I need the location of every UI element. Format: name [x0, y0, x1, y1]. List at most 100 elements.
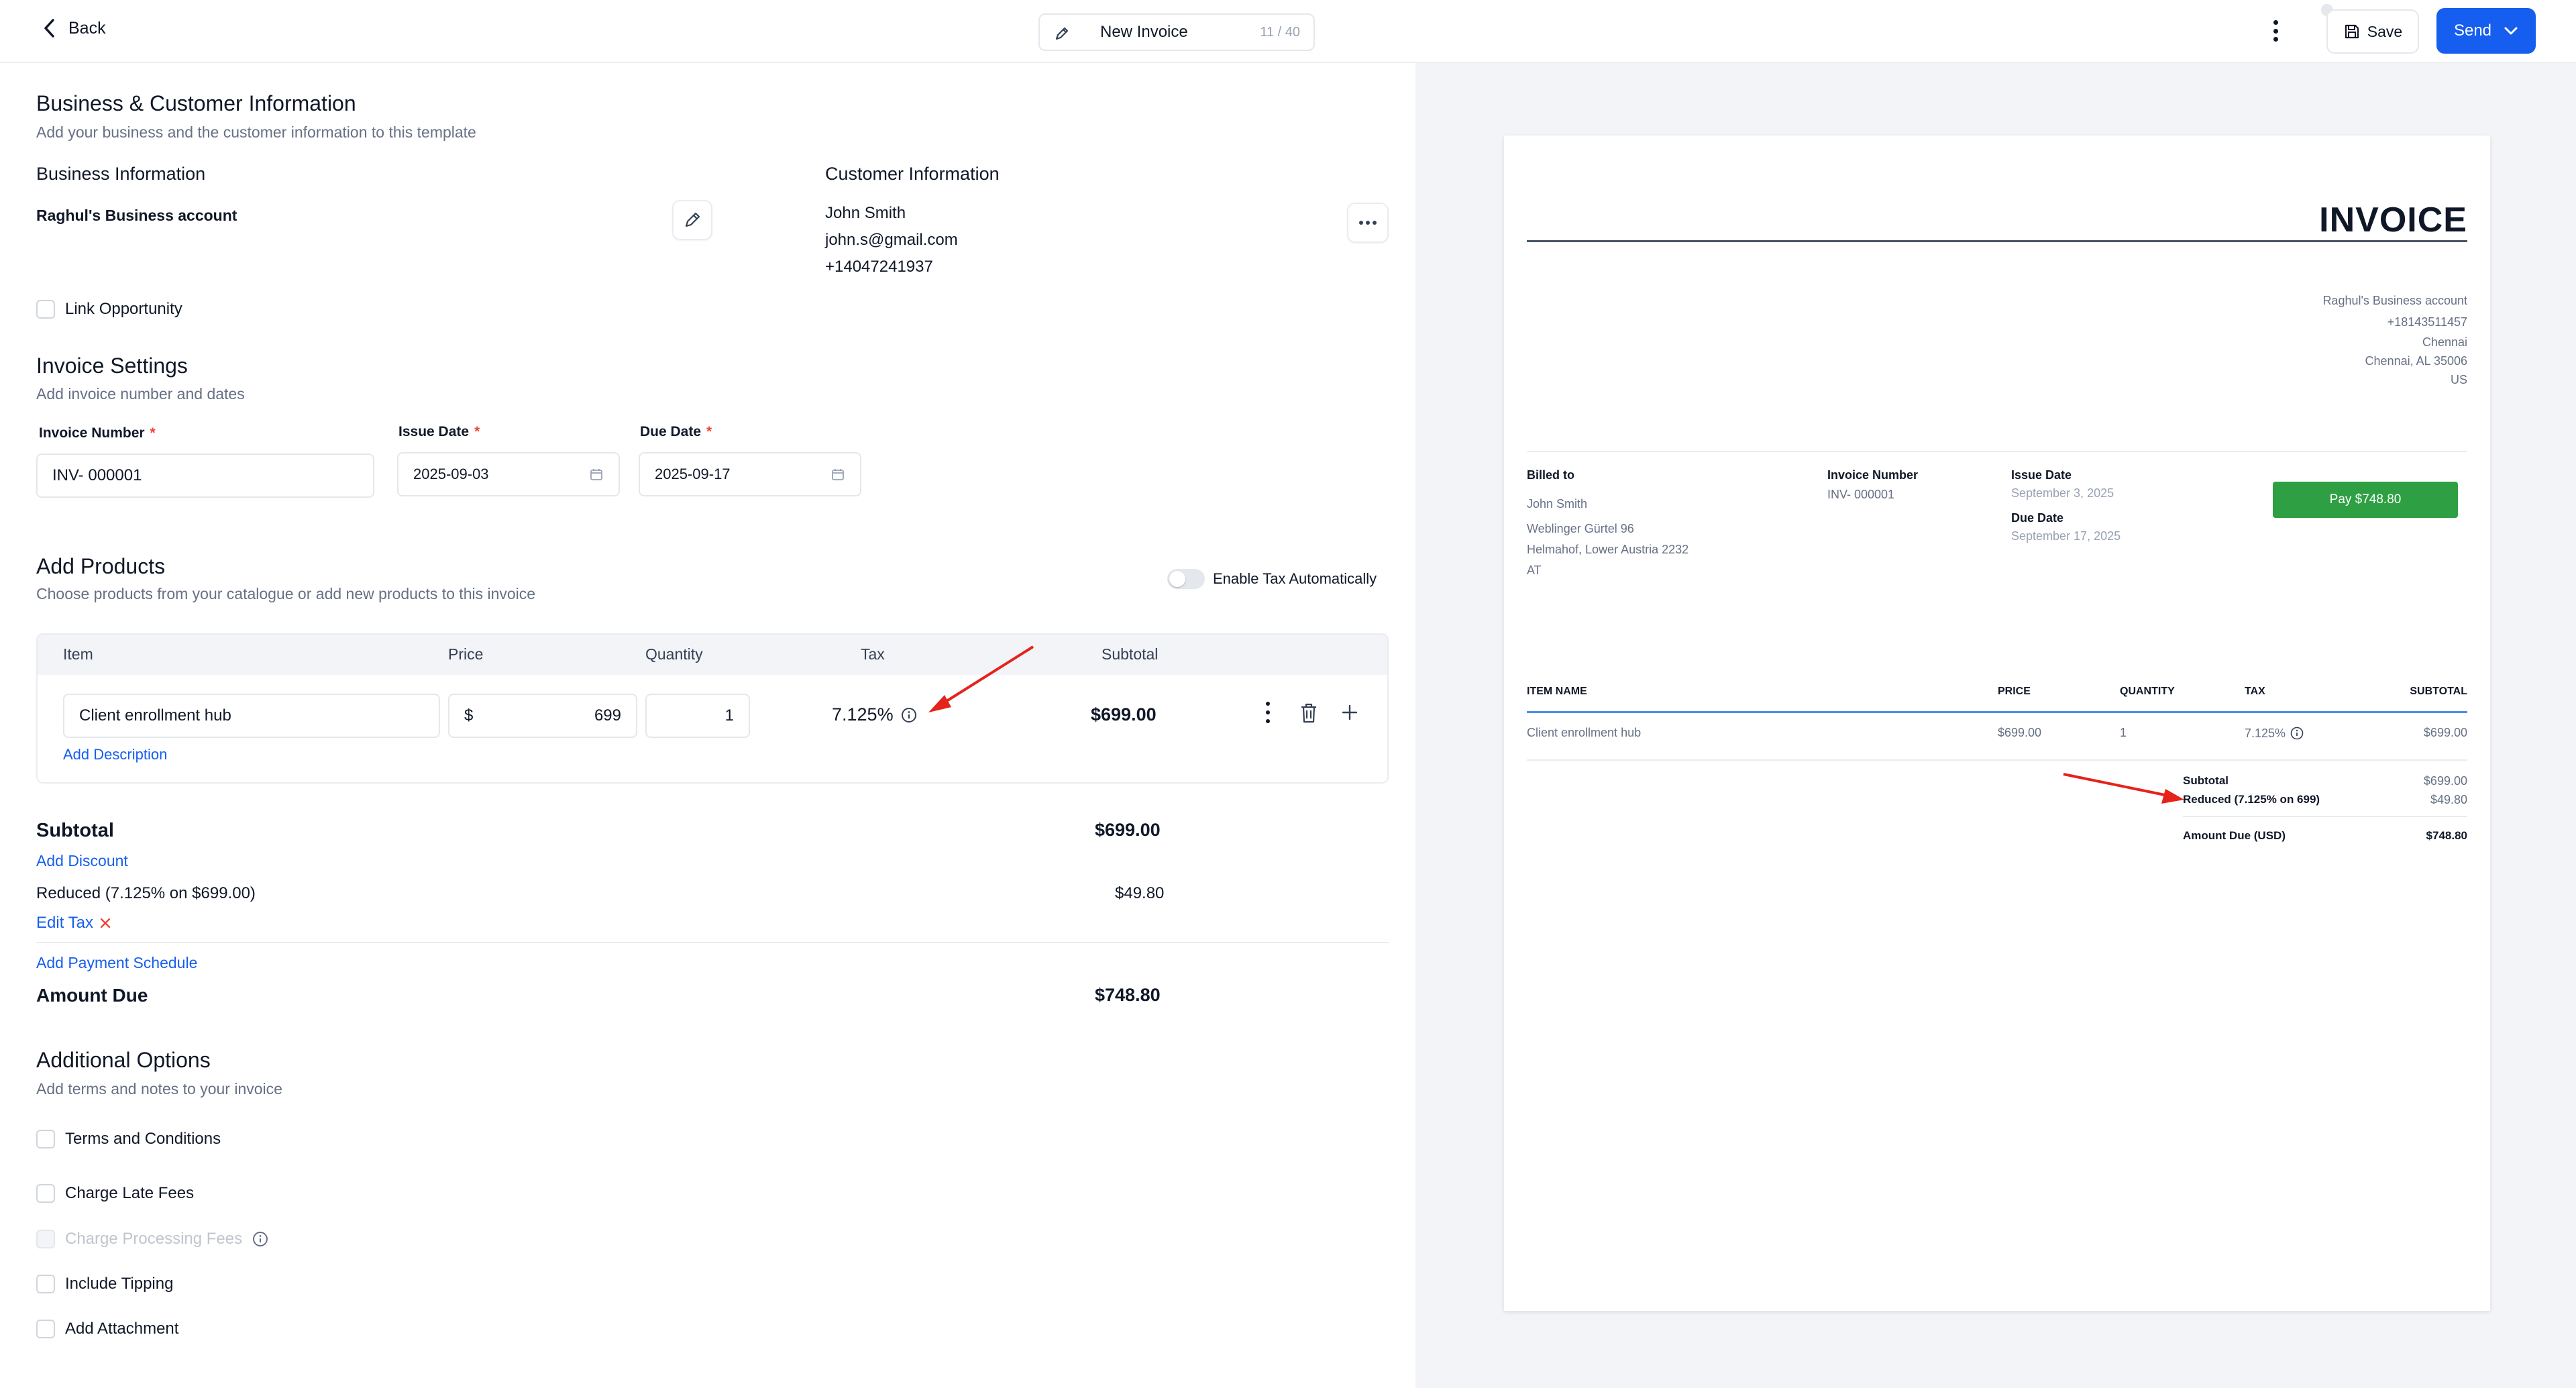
preview-tax-value: $49.80 — [2430, 793, 2467, 806]
late-fees-checkbox[interactable] — [36, 1184, 55, 1203]
issue-date-label: Issue Date * — [398, 424, 480, 439]
invoice-preview-pane: INVOICE Raghul's Business account +18143… — [1415, 63, 2576, 1388]
back-label: Back — [68, 18, 106, 38]
preview-heading-rule — [1527, 240, 2467, 242]
column-item: Item — [63, 645, 93, 663]
invoice-preview: INVOICE Raghul's Business account +18143… — [1504, 136, 2490, 1311]
calendar-icon — [832, 469, 844, 480]
link-opportunity-checkbox[interactable] — [36, 300, 55, 319]
additional-options-title: Additional Options — [36, 1048, 211, 1072]
tax-rate: 7.125% — [832, 704, 894, 725]
pencil-icon — [685, 212, 700, 227]
column-quantity: Quantity — [645, 645, 703, 663]
send-label: Send — [2453, 21, 2492, 40]
customer-email: john.s@gmail.com — [825, 231, 958, 249]
customer-options-button[interactable] — [1347, 203, 1389, 243]
attachment-checkbox[interactable] — [36, 1320, 55, 1338]
invoice-number-label: Invoice Number * — [39, 425, 156, 441]
preview-col-tax: TAX — [2245, 686, 2265, 697]
chevron-left-icon — [44, 19, 54, 38]
customer-info-heading: Customer Information — [825, 164, 1000, 184]
divider — [2183, 816, 2467, 817]
close-icon[interactable] — [99, 916, 112, 930]
divider — [36, 942, 1389, 943]
title-char-count: 11 / 40 — [1260, 24, 1300, 40]
invoice-title-field[interactable]: New Invoice 11 / 40 — [1038, 13, 1315, 51]
amount-due-value: $748.80 — [1095, 985, 1161, 1005]
preview-subtotal-label: Subtotal — [2183, 774, 2229, 787]
subtotal-label: Subtotal — [36, 820, 114, 841]
save-label: Save — [2367, 22, 2403, 40]
info-icon[interactable] — [900, 706, 918, 724]
invoice-settings-subtitle: Add invoice number and dates — [36, 385, 245, 403]
issue-date-input[interactable]: 2025-09-03 — [397, 452, 620, 496]
edit-tax-link[interactable]: Edit Tax — [36, 914, 93, 932]
top-bar: Back New Invoice 11 / 40 Save Send — [0, 0, 2576, 63]
add-description-link[interactable]: Add Description — [63, 746, 167, 763]
trash-icon[interactable] — [1299, 702, 1319, 725]
preview-business-phone: +18143511457 — [2387, 315, 2467, 329]
row-subtotal: $699.00 — [1091, 704, 1157, 725]
subtotal-value: $699.00 — [1095, 820, 1161, 840]
info-icon[interactable] — [252, 1230, 269, 1248]
calendar-icon — [590, 469, 602, 480]
floppy-disk-icon — [2345, 24, 2359, 39]
preview-pay-button[interactable]: Pay $748.80 — [2273, 482, 2458, 518]
preview-table-header-rule — [1527, 711, 2467, 713]
row-more-icon[interactable] — [1265, 702, 1271, 723]
currency-symbol: $ — [464, 706, 474, 725]
terms-label: Terms and Conditions — [65, 1130, 221, 1148]
info-icon — [2290, 727, 2304, 740]
attachment-label: Add Attachment — [65, 1320, 179, 1338]
more-options-icon[interactable] — [2267, 17, 2284, 44]
preview-col-quantity: QUANTITY — [2120, 686, 2175, 697]
edit-business-button[interactable] — [672, 200, 712, 240]
processing-fees-row: Charge Processing Fees — [65, 1230, 269, 1248]
send-button[interactable]: Send — [2436, 8, 2536, 54]
preview-col-subtotal: SUBTOTAL — [2410, 686, 2467, 697]
business-info-heading: Business Information — [36, 164, 206, 184]
add-products-subtitle: Choose products from your catalogue or a… — [36, 585, 536, 602]
item-name-input[interactable]: Client enrollment hub — [63, 694, 440, 738]
preview-col-price: PRICE — [1998, 686, 2031, 697]
add-payment-schedule-link[interactable]: Add Payment Schedule — [36, 954, 197, 972]
divider — [1527, 451, 2467, 452]
invoice-settings-title: Invoice Settings — [36, 354, 188, 378]
preview-invoice-number: Invoice Number INV- 000001 — [1827, 468, 1919, 501]
preview-subtotal-value: $699.00 — [2423, 774, 2467, 788]
amount-due-label: Amount Due — [36, 985, 148, 1006]
preview-dates: Issue Date September 3, 2025 Due Date Se… — [2011, 468, 2121, 543]
add-row-icon[interactable] — [1340, 703, 1359, 722]
invoice-number-input[interactable]: INV- 000001 — [36, 453, 374, 498]
processing-fees-label: Charge Processing Fees — [65, 1230, 243, 1248]
terms-checkbox[interactable] — [36, 1130, 55, 1149]
processing-fees-checkbox — [36, 1230, 55, 1248]
business-customer-title: Business & Customer Information — [36, 91, 356, 115]
enable-tax-toggle[interactable] — [1167, 569, 1205, 589]
preview-amount-due-label: Amount Due (USD) — [2183, 829, 2286, 842]
more-horizontal-icon — [1359, 221, 1377, 225]
annotation-arrow-icon — [928, 645, 1034, 712]
late-fees-label: Charge Late Fees — [65, 1184, 195, 1202]
preview-business-city: Chennai — [2422, 335, 2467, 349]
business-name: Raghul's Business account — [36, 207, 237, 224]
preview-amount-due-value: $748.80 — [2426, 829, 2467, 842]
annotation-arrow-icon — [2063, 773, 2184, 804]
due-date-input[interactable]: 2025-09-17 — [639, 452, 861, 496]
save-button[interactable]: Save — [2326, 9, 2419, 54]
preview-col-item: ITEM NAME — [1527, 686, 1587, 697]
back-button[interactable]: Back — [43, 15, 106, 42]
customer-name: John Smith — [825, 204, 906, 222]
chevron-down-icon — [2504, 27, 2518, 35]
add-discount-link[interactable]: Add Discount — [36, 852, 128, 870]
tipping-checkbox[interactable] — [36, 1275, 55, 1293]
invoice-title: New Invoice — [1100, 23, 1188, 41]
add-products-title: Add Products — [36, 554, 166, 578]
preview-billed-to: Billed to John Smith Weblinger Gürtel 96… — [1527, 468, 1689, 577]
price-input[interactable]: $ 699 — [448, 694, 637, 738]
preview-business-city-state: Chennai, AL 35006 — [2365, 354, 2467, 368]
column-price: Price — [448, 645, 484, 663]
quantity-input[interactable]: 1 — [645, 694, 750, 738]
customer-phone: +14047241937 — [825, 258, 933, 276]
tipping-label: Include Tipping — [65, 1275, 174, 1293]
